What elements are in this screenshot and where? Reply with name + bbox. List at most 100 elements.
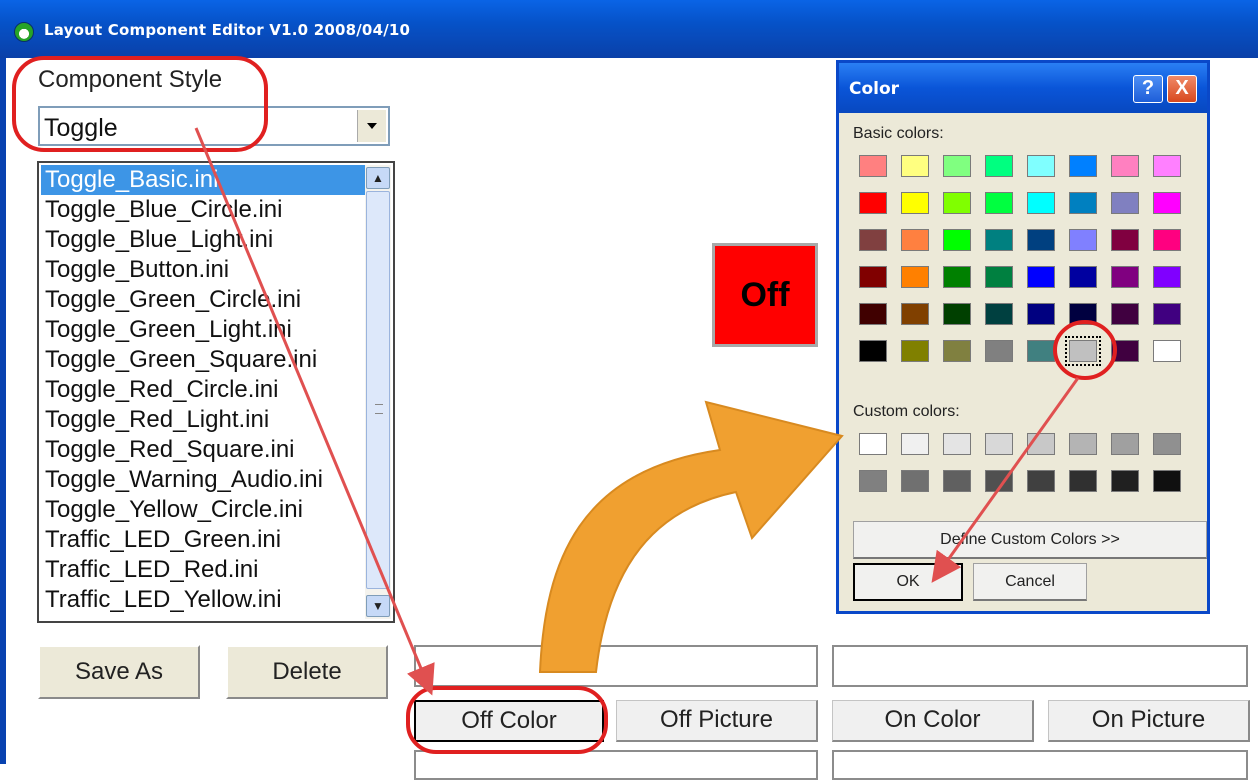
color-swatch[interactable] [1111,192,1139,214]
color-swatch[interactable] [859,433,887,455]
color-swatch[interactable] [985,470,1013,492]
color-swatch[interactable] [943,266,971,288]
scroll-down-button[interactable]: ▼ [366,595,390,617]
color-swatch[interactable] [1065,336,1101,366]
list-item[interactable]: Toggle_Warning_Audio.ini [41,465,365,495]
color-swatch[interactable] [901,266,929,288]
help-button[interactable]: ? [1133,75,1163,103]
color-swatch[interactable] [1153,340,1181,362]
color-swatch[interactable] [1027,266,1055,288]
on-color-button[interactable]: On Color [832,700,1034,742]
color-swatch[interactable] [1027,192,1055,214]
color-swatch[interactable] [985,229,1013,251]
cancel-button[interactable]: Cancel [973,563,1087,601]
color-swatch[interactable] [1111,340,1139,362]
color-swatch[interactable] [1069,192,1097,214]
color-swatch[interactable] [1027,470,1055,492]
color-swatch[interactable] [859,303,887,325]
chevron-down-icon[interactable] [357,110,386,142]
scroll-up-button[interactable]: ▲ [366,167,390,189]
color-swatch[interactable] [1111,155,1139,177]
color-swatch[interactable] [1153,155,1181,177]
color-swatch[interactable] [1111,470,1139,492]
color-swatch[interactable] [1153,229,1181,251]
delete-button[interactable]: Delete [226,645,388,699]
color-swatch[interactable] [859,266,887,288]
color-swatch[interactable] [985,192,1013,214]
list-item[interactable]: Toggle_Blue_Circle.ini [41,195,365,225]
list-item[interactable]: Toggle_Green_Square.ini [41,345,365,375]
color-swatch[interactable] [1111,229,1139,251]
color-swatch[interactable] [859,155,887,177]
color-swatch[interactable] [1027,340,1055,362]
on-picture-button[interactable]: On Picture [1048,700,1250,742]
component-style-dropdown[interactable]: Toggle [38,106,390,146]
list-item[interactable]: Toggle_Basic.ini [41,165,365,195]
off-value-field[interactable] [414,645,818,687]
color-swatch[interactable] [1027,303,1055,325]
color-swatch[interactable] [901,192,929,214]
off-picture-button[interactable]: Off Picture [616,700,818,742]
color-swatch[interactable] [1153,266,1181,288]
list-item[interactable]: Traffic_LED_Red.ini [41,555,365,585]
color-swatch[interactable] [985,266,1013,288]
color-swatch[interactable] [1153,433,1181,455]
off-extra-field[interactable] [414,750,818,780]
color-swatch[interactable] [985,155,1013,177]
list-item[interactable]: Traffic_LED_Green.ini [41,525,365,555]
color-swatch[interactable] [943,470,971,492]
color-swatch[interactable] [901,303,929,325]
color-swatch[interactable] [1069,266,1097,288]
color-swatch[interactable] [985,340,1013,362]
color-swatch[interactable] [985,433,1013,455]
color-swatch[interactable] [943,303,971,325]
color-swatch[interactable] [1153,192,1181,214]
color-swatch[interactable] [1069,433,1097,455]
color-swatch[interactable] [1153,303,1181,325]
color-swatch[interactable] [901,229,929,251]
ini-file-list[interactable]: Toggle_Basic.ini Toggle_Blue_Circle.ini To… [37,161,395,623]
color-swatch[interactable] [1069,303,1097,325]
color-swatch[interactable] [1069,155,1097,177]
color-swatch[interactable] [943,192,971,214]
on-value-field[interactable] [832,645,1248,687]
list-item[interactable]: Toggle_Red_Square.ini [41,435,365,465]
list-item[interactable]: Toggle_Green_Circle.ini [41,285,365,315]
color-swatch[interactable] [943,155,971,177]
on-extra-field[interactable] [832,750,1248,780]
color-swatch[interactable] [859,229,887,251]
color-swatch[interactable] [1153,470,1181,492]
color-swatch[interactable] [1111,266,1139,288]
color-swatch[interactable] [859,470,887,492]
color-swatch[interactable] [1069,470,1097,492]
color-swatch[interactable] [943,229,971,251]
list-scrollbar[interactable]: ▲ ▼ [365,165,391,619]
color-swatch[interactable] [985,303,1013,325]
color-swatch[interactable] [901,470,929,492]
list-item[interactable]: Toggle_Blue_Light.ini [41,225,365,255]
save-as-button[interactable]: Save As [38,645,200,699]
list-item[interactable]: Toggle_Green_Light.ini [41,315,365,345]
color-swatch[interactable] [859,340,887,362]
ok-button[interactable]: OK [853,563,963,601]
color-swatch[interactable] [1027,229,1055,251]
color-swatch[interactable] [1111,303,1139,325]
color-swatch[interactable] [1111,433,1139,455]
color-swatch[interactable] [1027,155,1055,177]
color-swatch[interactable] [1069,229,1097,251]
list-item[interactable]: Traffic_LED_Yellow.ini [41,585,365,615]
color-swatch[interactable] [1027,433,1055,455]
color-swatch[interactable] [901,155,929,177]
scroll-thumb[interactable] [366,191,390,589]
list-item[interactable]: Toggle_Red_Circle.ini [41,375,365,405]
close-button[interactable]: X [1167,75,1197,103]
color-swatch[interactable] [943,340,971,362]
list-item[interactable]: Toggle_Button.ini [41,255,365,285]
color-swatch[interactable] [943,433,971,455]
list-item[interactable]: Toggle_Yellow_Circle.ini [41,495,365,525]
define-custom-colors-button[interactable]: Define Custom Colors >> [853,521,1207,559]
color-swatch[interactable] [901,340,929,362]
color-swatch[interactable] [859,192,887,214]
color-swatch[interactable] [901,433,929,455]
list-item[interactable]: Toggle_Red_Light.ini [41,405,365,435]
